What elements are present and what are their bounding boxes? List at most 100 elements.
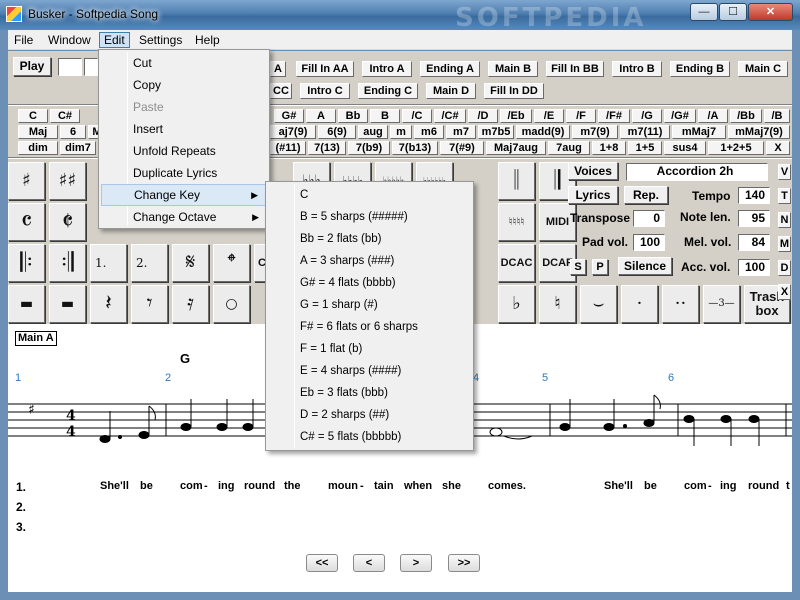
- menu-help[interactable]: Help: [191, 32, 224, 48]
- menu-window[interactable]: Window: [44, 32, 95, 48]
- lyrics-button[interactable]: Lyrics: [568, 186, 618, 204]
- silence-button[interactable]: Silence: [618, 257, 672, 275]
- chord-type-madd9[interactable]: madd(9): [516, 125, 570, 139]
- chord-type-maj7-9[interactable]: aj7(9): [270, 125, 316, 139]
- right-edge-button-v[interactable]: V: [778, 164, 791, 180]
- chord-type-m7-9[interactable]: m7(9): [572, 125, 618, 139]
- section-ending-a[interactable]: Ending A: [420, 61, 480, 77]
- key-option-d[interactable]: D = 2 sharps (##): [268, 404, 471, 426]
- note-len-field[interactable]: 95: [738, 210, 770, 227]
- chord-type-dim7[interactable]: dim7: [60, 141, 96, 155]
- section-ending-c[interactable]: Ending C: [358, 83, 418, 99]
- key-option-eb[interactable]: Eb = 3 flats (bbb): [268, 382, 471, 404]
- chord-type-m7b5[interactable]: m7b5: [478, 125, 514, 139]
- quarter-rest-button[interactable]: 𝄽: [90, 285, 127, 323]
- cut-time-button[interactable]: 𝄵: [49, 203, 86, 241]
- bass-d[interactable]: /D: [468, 109, 498, 123]
- key-sig-naturals-button[interactable]: ♮♮♮♮: [498, 203, 535, 241]
- chord-root-csharp[interactable]: C#: [50, 109, 80, 123]
- section-fill-in-aa[interactable]: Fill In AA: [296, 61, 354, 77]
- chord-root-bb[interactable]: Bb: [338, 109, 368, 123]
- bass-gsharp[interactable]: /G#: [664, 109, 696, 123]
- minimize-button[interactable]: —: [690, 3, 718, 21]
- solo-button[interactable]: S: [570, 259, 586, 275]
- section-main-b[interactable]: Main B: [488, 61, 538, 77]
- chord-type-1-2-5[interactable]: 1+2+5: [708, 141, 764, 155]
- chord-root-a[interactable]: A: [306, 109, 336, 123]
- chord-type-m[interactable]: m: [390, 125, 412, 139]
- menu-item-insert[interactable]: Insert: [101, 118, 267, 140]
- bass-fsharp[interactable]: /F#: [598, 109, 630, 123]
- key-option-csharp[interactable]: C# = 5 flats (bbbbb): [268, 426, 471, 448]
- chord-root-b[interactable]: B: [370, 109, 400, 123]
- repeat-start-button[interactable]: 𝄆: [8, 244, 45, 282]
- chord-type-mmaj7[interactable]: mMaj7: [672, 125, 726, 139]
- right-edge-button-m[interactable]: M: [778, 236, 791, 252]
- right-edge-button-t[interactable]: T: [778, 188, 791, 204]
- double-barline-button[interactable]: 𝄁: [498, 162, 535, 200]
- section-a-button[interactable]: A: [270, 61, 286, 77]
- bass-csharp[interactable]: /C#: [434, 109, 466, 123]
- tempo-field[interactable]: 140: [738, 187, 770, 204]
- second-ending-button[interactable]: 2.: [131, 244, 168, 282]
- chord-type-6[interactable]: 6: [60, 125, 86, 139]
- section-main-c[interactable]: Main C: [738, 61, 788, 77]
- voice-name-field[interactable]: Accordion 2h: [626, 163, 768, 181]
- chord-type-7-sharp9[interactable]: 7(#9): [440, 141, 484, 155]
- chord-type-7-13[interactable]: 7(13): [308, 141, 346, 155]
- chord-type-sus4[interactable]: sus4: [664, 141, 706, 155]
- dot-button[interactable]: ·: [621, 285, 658, 323]
- key-option-gsharp[interactable]: G# = 4 flats (bbbb): [268, 272, 471, 294]
- chord-type-m7-11[interactable]: m7(11): [620, 125, 670, 139]
- bass-bb[interactable]: /Bb: [730, 109, 762, 123]
- next-page-button[interactable]: >: [400, 554, 432, 572]
- section-intro-c[interactable]: Intro C: [300, 83, 350, 99]
- eighth-rest-button[interactable]: 𝄾: [131, 285, 168, 323]
- bass-c[interactable]: /C: [402, 109, 432, 123]
- first-page-button[interactable]: <<: [306, 554, 338, 572]
- bass-f[interactable]: /F: [566, 109, 596, 123]
- key-sig-1-sharp-button[interactable]: ♯: [8, 162, 45, 200]
- right-edge-button-d[interactable]: D: [778, 260, 791, 276]
- flat-button[interactable]: ♭: [498, 285, 535, 323]
- play-button[interactable]: Play: [13, 57, 51, 76]
- coda-button[interactable]: 𝄌: [213, 244, 250, 282]
- chord-type-dim[interactable]: dim: [18, 141, 58, 155]
- key-option-b[interactable]: B = 5 sharps (#####): [268, 206, 471, 228]
- measure-input[interactable]: [58, 58, 82, 76]
- chord-root-c[interactable]: C: [18, 109, 48, 123]
- close-button[interactable]: ✕: [748, 3, 793, 21]
- bass-a[interactable]: /A: [698, 109, 728, 123]
- chord-type-sharp11[interactable]: (#11): [270, 141, 306, 155]
- bass-eb[interactable]: /Eb: [500, 109, 532, 123]
- repeat-end-button[interactable]: 𝄇: [49, 244, 86, 282]
- sixteenth-rest-button[interactable]: 𝄿: [172, 285, 209, 323]
- common-time-button[interactable]: 𝄴: [8, 203, 45, 241]
- key-option-fsharp[interactable]: F# = 6 flats or 6 sharps: [268, 316, 471, 338]
- chord-type-m6[interactable]: m6: [414, 125, 444, 139]
- menu-item-change-key[interactable]: Change Key ▶: [101, 184, 267, 206]
- previous-page-button[interactable]: <: [353, 554, 385, 572]
- chord-type-7-b9[interactable]: 7(b9): [348, 141, 390, 155]
- section-intro-b[interactable]: Intro B: [612, 61, 662, 77]
- pad-button[interactable]: P: [592, 259, 608, 275]
- menu-item-copy[interactable]: Copy: [101, 74, 267, 96]
- menu-edit[interactable]: Edit: [99, 32, 130, 48]
- key-sig-2-sharps-button[interactable]: ♯♯: [49, 162, 86, 200]
- last-page-button[interactable]: >>: [448, 554, 480, 572]
- section-fill-in-bb[interactable]: Fill In BB: [546, 61, 604, 77]
- chord-type-m7[interactable]: m7: [446, 125, 476, 139]
- key-option-bb[interactable]: Bb = 2 flats (bb): [268, 228, 471, 250]
- segno-button[interactable]: 𝄋: [172, 244, 209, 282]
- transpose-field[interactable]: 0: [633, 210, 665, 227]
- chord-root-gsharp[interactable]: G#: [274, 109, 304, 123]
- right-edge-button-n[interactable]: N: [778, 212, 791, 228]
- double-dot-button[interactable]: ··: [662, 285, 699, 323]
- bass-b[interactable]: /B: [764, 109, 790, 123]
- chord-type-6-9[interactable]: 6(9): [318, 125, 356, 139]
- whole-note-button[interactable]: ○: [213, 285, 250, 323]
- acc-vol-field[interactable]: 100: [738, 259, 770, 276]
- chord-type-7-b13[interactable]: 7(b13): [392, 141, 438, 155]
- dcac-button[interactable]: DCAC: [498, 244, 535, 282]
- chord-type-maj[interactable]: Maj: [18, 125, 58, 139]
